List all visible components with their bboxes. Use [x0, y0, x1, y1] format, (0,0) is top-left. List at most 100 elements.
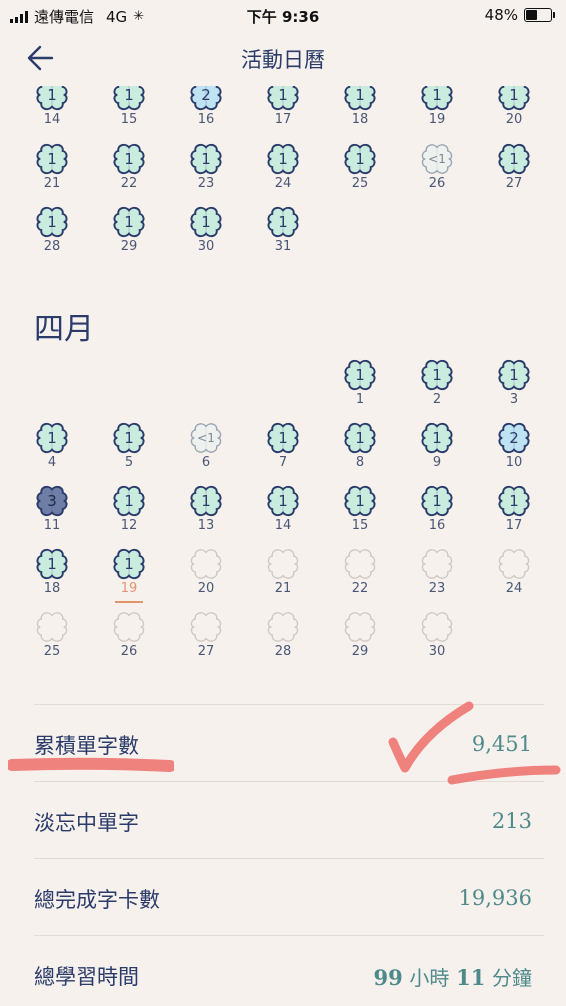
activity-count: 1 — [47, 555, 57, 573]
day-number: 13 — [197, 518, 215, 533]
clover-icon: 1 — [266, 142, 300, 176]
study-time-minutes-unit: 分鐘 — [492, 966, 532, 990]
activity-count: 1 — [278, 213, 288, 231]
activity-count: 1 — [278, 492, 288, 510]
calendar-day[interactable]: <1 6 — [176, 421, 236, 483]
activity-calendar[interactable]: 四月 1 14 1 15 2 16 1 17 1 18 1 19 1 20 1 21 1 22 1 23 1 24 1 25 <… — [0, 86, 566, 686]
clover-icon: 1 — [266, 421, 300, 455]
calendar-day[interactable]: 1 16 — [407, 484, 467, 546]
annotation-checkmark — [388, 701, 474, 773]
calendar-day[interactable]: 12 — [407, 358, 467, 420]
calendar-day[interactable]: 1 28 — [22, 205, 82, 267]
day-number: 16 — [428, 518, 446, 533]
calendar-day[interactable]: 1 21 — [22, 142, 82, 204]
calendar-day[interactable]: 13 — [484, 358, 544, 420]
calendar-day[interactable]: 24 — [484, 547, 544, 609]
day-number: 15 — [120, 112, 138, 127]
forgetting-words-value: 213 — [491, 809, 532, 833]
activity-count: 1 — [201, 150, 211, 168]
calendar-day[interactable]: 11 — [330, 358, 390, 420]
activity-count: 1 — [432, 86, 442, 104]
calendar-day[interactable]: 1 30 — [176, 205, 236, 267]
calendar-day[interactable]: 1 23 — [176, 142, 236, 204]
calendar-day[interactable]: 1 24 — [253, 142, 313, 204]
day-number: 25 — [351, 176, 369, 191]
day-number: 1 — [355, 392, 365, 407]
study-time-hours: 99 — [373, 965, 403, 990]
clover-icon: 1 — [497, 358, 531, 392]
calendar-day[interactable]: 20 — [176, 547, 236, 609]
calendar-day[interactable]: 1 17 — [484, 484, 544, 546]
calendar-day[interactable]: 1 14 — [253, 484, 313, 546]
clover-icon: 3 — [35, 484, 69, 518]
calendar-day[interactable]: 1 25 — [330, 142, 390, 204]
calendar-day[interactable]: 1 20 — [484, 86, 544, 140]
calendar-day[interactable]: 26 — [99, 610, 159, 672]
calendar-day[interactable]: 1 27 — [484, 142, 544, 204]
activity-count: 1 — [47, 150, 57, 168]
clover-icon: 1 — [189, 484, 223, 518]
clover-icon: 1 — [35, 547, 69, 581]
clover-icon: 1 — [497, 86, 531, 112]
day-number: 23 — [428, 581, 446, 596]
calendar-day[interactable]: 1 18 — [330, 86, 390, 140]
calendar-day[interactable]: 18 — [330, 421, 390, 483]
activity-count: 1 — [124, 150, 134, 168]
calendar-day[interactable]: 1 19 — [99, 547, 159, 609]
day-number: 26 — [120, 644, 138, 659]
activity-count: 1 — [124, 213, 134, 231]
calendar-day[interactable]: 1 29 — [99, 205, 159, 267]
activity-count: 1 — [47, 429, 57, 447]
day-number: 21 — [43, 176, 61, 191]
clover-icon: 1 — [112, 484, 146, 518]
activity-count: 1 — [432, 366, 442, 384]
page-title: 活動日曆 — [241, 48, 325, 72]
calendar-day[interactable]: 1 17 — [253, 86, 313, 140]
calendar-day[interactable]: 17 — [253, 421, 313, 483]
calendar-day[interactable]: 28 — [253, 610, 313, 672]
day-number: 20 — [505, 112, 523, 127]
clover-icon: 1 — [497, 484, 531, 518]
calendar-day[interactable]: 25 — [22, 610, 82, 672]
calendar-day[interactable]: 1 22 — [99, 142, 159, 204]
calendar-day[interactable]: 14 — [22, 421, 82, 483]
calendar-day[interactable]: 1 13 — [176, 484, 236, 546]
clover-icon: 1 — [497, 142, 531, 176]
clover-icon: 1 — [112, 421, 146, 455]
calendar-day[interactable]: 1 15 — [330, 484, 390, 546]
calendar-day[interactable]: 1 31 — [253, 205, 313, 267]
calendar-day[interactable]: 1 12 — [99, 484, 159, 546]
calendar-day[interactable]: 1 14 — [22, 86, 82, 140]
activity-count: 1 — [509, 492, 519, 510]
divider — [34, 858, 544, 859]
day-number: 21 — [274, 581, 292, 596]
day-number: 2 — [432, 392, 442, 407]
activity-count: <1 — [428, 152, 446, 166]
calendar-day[interactable]: 2 16 — [176, 86, 236, 140]
completed-cards-label: 總完成字卡數 — [34, 888, 160, 912]
day-number: 14 — [43, 112, 61, 127]
divider — [34, 704, 544, 705]
calendar-day[interactable]: 27 — [176, 610, 236, 672]
annotation-underline-value — [447, 765, 561, 785]
calendar-day[interactable]: 19 — [407, 421, 467, 483]
calendar-day[interactable]: 21 — [253, 547, 313, 609]
calendar-day[interactable]: 23 — [407, 547, 467, 609]
calendar-day[interactable]: 1 19 — [407, 86, 467, 140]
day-number: 17 — [274, 112, 292, 127]
calendar-day[interactable]: <1 26 — [407, 142, 467, 204]
clover-icon — [497, 547, 531, 581]
calendar-day[interactable]: 2 10 — [484, 421, 544, 483]
activity-count: 1 — [124, 492, 134, 510]
clover-icon: 1 — [266, 86, 300, 112]
calendar-day[interactable]: 22 — [330, 547, 390, 609]
activity-count: 3 — [47, 492, 57, 510]
activity-count: 1 — [355, 366, 365, 384]
calendar-day[interactable]: 15 — [99, 421, 159, 483]
calendar-day[interactable]: 1 18 — [22, 547, 82, 609]
calendar-day[interactable]: 3 11 — [22, 484, 82, 546]
calendar-day[interactable]: 30 — [407, 610, 467, 672]
calendar-day[interactable]: 29 — [330, 610, 390, 672]
calendar-day[interactable]: 1 15 — [99, 86, 159, 140]
clover-icon: 1 — [35, 142, 69, 176]
